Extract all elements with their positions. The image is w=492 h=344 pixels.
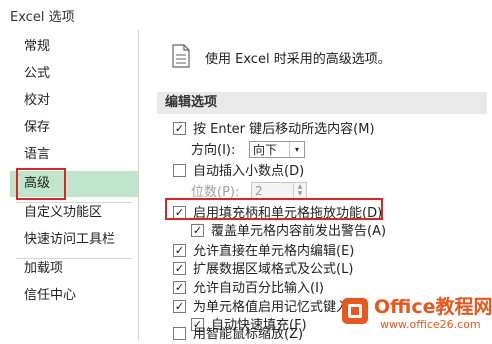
window-title: Excel 选项 xyxy=(10,10,75,25)
sidebar-item-addins[interactable]: 加载项 xyxy=(10,256,138,282)
checkbox-checked-icon[interactable]: ✓ xyxy=(173,244,186,257)
places-value: 2 xyxy=(255,184,263,198)
checkbox-unchecked-icon[interactable] xyxy=(173,164,186,177)
direction-label: 方向(I): xyxy=(191,143,236,158)
chevron-down-icon: ▾ xyxy=(289,142,304,157)
option-label: 允许自动百分比输入(I) xyxy=(193,281,324,296)
sidebar-item-proofing[interactable]: 校对 xyxy=(10,88,138,114)
watermark-logo: Office教程网 www.office26.com xyxy=(340,290,492,340)
sidebar-item-language[interactable]: 语言 xyxy=(10,142,138,168)
highlight-box-fill-handle xyxy=(165,198,383,220)
sidebar-item-trust-center[interactable]: 信任中心 xyxy=(10,283,138,309)
places-spinner[interactable]: 2 ▲ ▼ xyxy=(251,182,307,199)
direction-value: 向下 xyxy=(253,143,278,157)
highlight-box-advanced xyxy=(16,168,66,200)
sidebar-item-customize-ribbon[interactable]: 自定义功能区 xyxy=(10,200,138,226)
option-overwrite-alert[interactable]: ✓ 覆盖单元格内容前发出警告(A) xyxy=(191,223,386,241)
sidebar-item-general[interactable]: 常规 xyxy=(10,34,138,60)
sidebar-item-quick-access[interactable]: 快速访问工具栏 xyxy=(10,227,138,253)
sidebar-item-save[interactable]: 保存 xyxy=(10,115,138,141)
watermark-url: www.office26.com xyxy=(380,318,481,331)
option-autocomplete[interactable]: ✓ 为单元格值启用记忆式键入(A) xyxy=(173,299,368,317)
title-bar: Excel 选项 xyxy=(0,0,492,28)
document-settings-icon xyxy=(172,44,190,68)
checkbox-checked-icon[interactable]: ✓ xyxy=(173,122,186,135)
option-label: 按 Enter 键后移动所选内容(M) xyxy=(193,122,375,137)
option-edit-in-cell[interactable]: ✓ 允许直接在单元格内编辑(E) xyxy=(173,243,354,261)
direction-dropdown[interactable]: 向下 ▾ xyxy=(249,141,305,158)
option-label: 扩展数据区域格式及公式(L) xyxy=(193,262,354,277)
option-auto-decimal[interactable]: 自动插入小数点(D) xyxy=(173,163,304,181)
option-move-after-enter[interactable]: ✓ 按 Enter 键后移动所选内容(M) xyxy=(173,121,375,139)
option-extend-formats[interactable]: ✓ 扩展数据区域格式及公式(L) xyxy=(173,261,353,279)
spinner-arrows-icon[interactable]: ▲ ▼ xyxy=(293,183,306,198)
checkbox-unchecked-icon[interactable] xyxy=(173,327,186,340)
office-logo-icon xyxy=(342,298,368,324)
option-auto-percent[interactable]: ✓ 允许自动百分比输入(I) xyxy=(173,280,324,298)
sidebar-item-formulas[interactable]: 公式 xyxy=(10,61,138,87)
option-intellimouse[interactable]: 用智能鼠标缩放(Z) xyxy=(173,326,303,344)
watermark-brand: Office教程网 xyxy=(374,296,492,318)
checkbox-checked-icon[interactable]: ✓ xyxy=(191,224,204,237)
checkbox-checked-icon[interactable]: ✓ xyxy=(173,300,186,313)
option-label: 覆盖单元格内容前发出警告(A) xyxy=(211,224,387,239)
option-label: 自动插入小数点(D) xyxy=(193,164,305,179)
intro-text: 使用 Excel 时采用的高级选项。 xyxy=(205,52,391,67)
checkbox-checked-icon[interactable]: ✓ xyxy=(173,281,186,294)
checkbox-checked-icon[interactable]: ✓ xyxy=(173,262,186,275)
option-label: 允许直接在单元格内编辑(E) xyxy=(193,244,355,259)
section-header-editing: 编辑选项 xyxy=(157,92,487,114)
